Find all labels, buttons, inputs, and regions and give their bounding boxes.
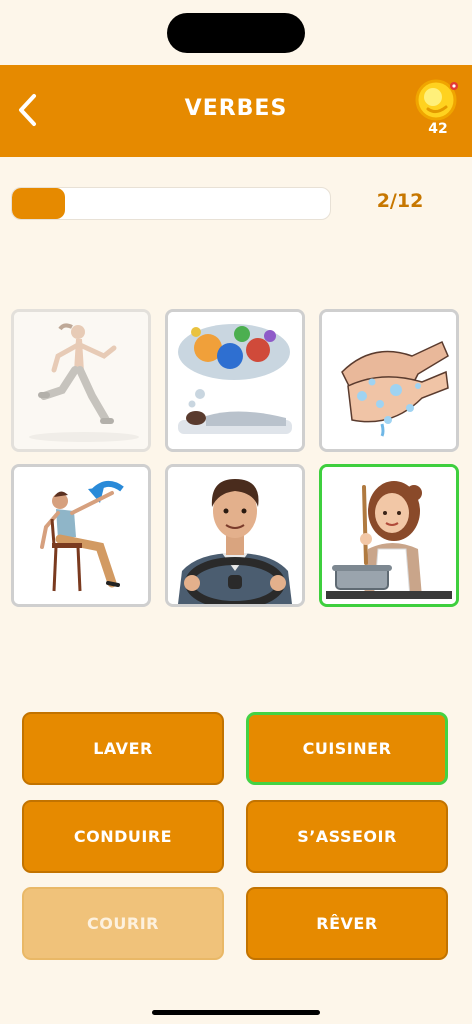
image-card-running[interactable] [11,309,151,452]
choice-button-sasseoir[interactable]: S’ASSEOIR [246,800,448,873]
choice-button-cuisiner[interactable]: CUISINER [246,712,448,785]
choice-button-rever[interactable]: RÊVER [246,887,448,960]
choice-button-conduire[interactable]: CONDUIRE [22,800,224,873]
choice-button-courir[interactable]: COURIR [22,887,224,960]
choice-button-laver[interactable]: LAVER [22,712,224,785]
dynamic-island [167,13,305,53]
running-woman-image [14,312,148,449]
image-card-cooking[interactable] [319,464,459,607]
image-card-dreaming[interactable] [165,309,305,452]
image-card-sitting[interactable] [11,464,151,607]
home-indicator[interactable] [152,1010,320,1015]
washing-hands-image [322,312,456,449]
image-card-driving[interactable] [165,464,305,607]
coin-count: 42 [428,121,448,137]
progress-bar [11,187,331,220]
coin-bag-icon [415,79,458,121]
image-card-washing[interactable] [319,309,459,452]
dreaming-image [168,312,302,449]
driving-man-image [168,467,302,604]
sitting-woman-image [14,467,148,604]
image-grid [11,309,461,609]
header-bar: VERBES 42 [0,65,472,157]
coin-counter[interactable]: 42 [414,79,462,139]
progress-fill [12,188,66,219]
progress-label: 2/12 [376,190,424,212]
page-title: VERBES [184,96,288,121]
cooking-woman-image [322,467,456,604]
